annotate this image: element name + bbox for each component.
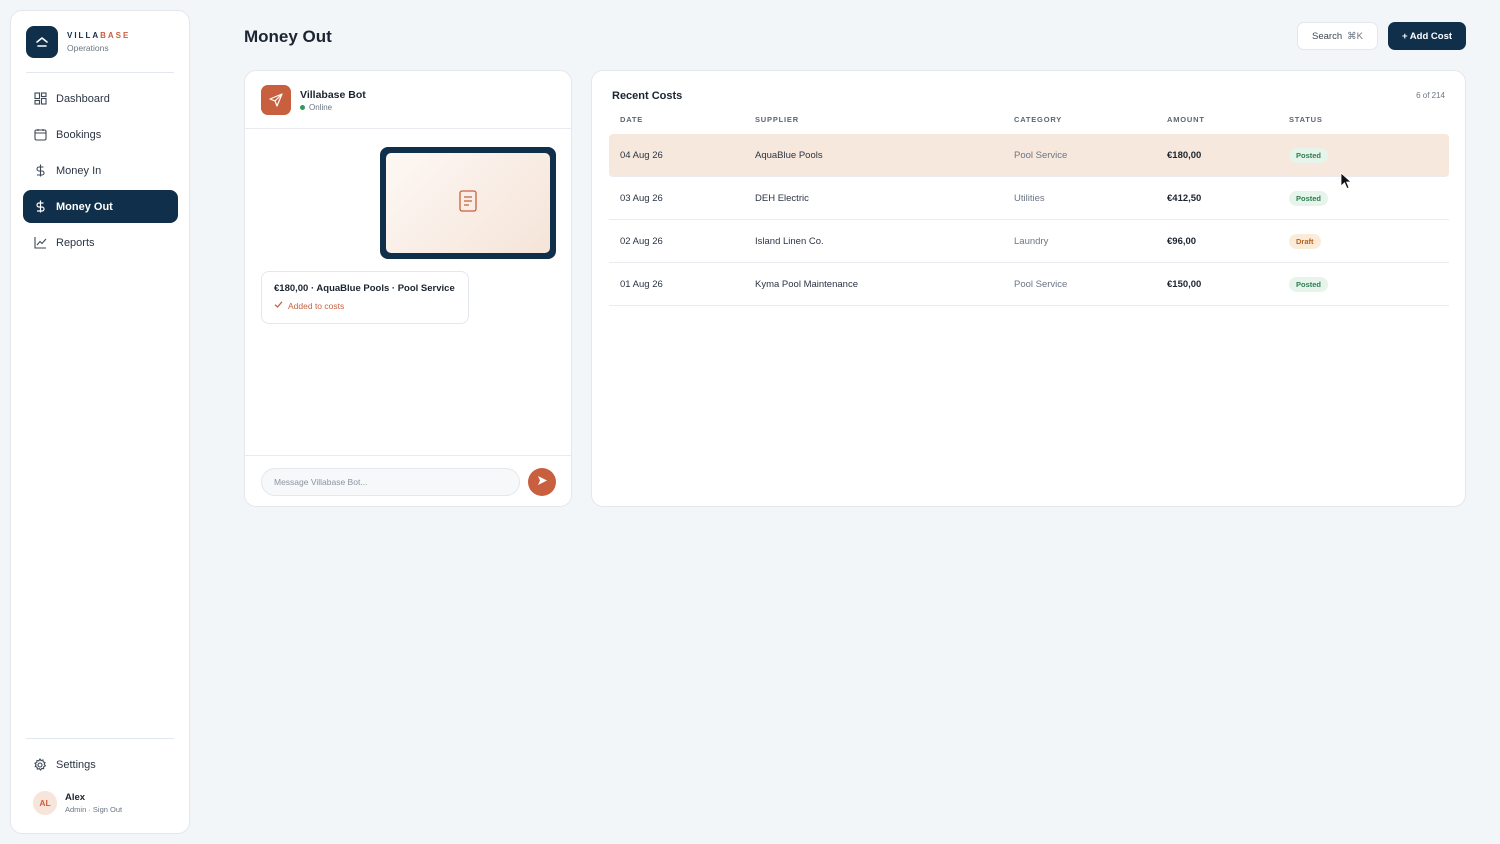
column-header-supplier[interactable]: SUPPLIER — [755, 115, 799, 124]
column-header-date[interactable]: DATE — [620, 115, 643, 124]
row-amount: €412,50 — [1167, 193, 1202, 204]
bot-name: Villabase Bot — [300, 89, 366, 101]
mouse-cursor-icon — [1340, 172, 1353, 195]
bot-message-status: Added to costs — [274, 300, 456, 311]
chart-icon — [33, 236, 47, 250]
calendar-icon — [33, 128, 47, 142]
paper-plane-icon — [261, 85, 291, 115]
brand-name: VILLABASE — [67, 31, 131, 40]
online-dot — [300, 105, 305, 110]
chat-header: Villabase Bot Online — [245, 71, 571, 129]
sidebar-item-label: Money In — [56, 164, 102, 177]
send-icon — [537, 473, 548, 491]
search-label: Search — [1312, 30, 1343, 42]
status-badge: Posted — [1289, 191, 1329, 206]
search-button[interactable]: Search ⌘K — [1297, 22, 1378, 50]
sidebar-item-label: Dashboard — [56, 92, 110, 105]
row-date: 04 Aug 26 — [620, 150, 663, 161]
user-name: Alex — [65, 792, 86, 803]
table-row[interactable]: 03 Aug 26 DEH Electric Utilities €412,50… — [609, 177, 1449, 220]
column-header-category[interactable]: CATEGORY — [1014, 115, 1062, 124]
row-category: Pool Service — [1014, 150, 1068, 161]
chat-composer — [245, 455, 571, 506]
column-header-amount[interactable]: AMOUNT — [1167, 115, 1205, 124]
row-category: Laundry — [1014, 236, 1049, 247]
sidebar-item-label: Reports — [56, 236, 95, 249]
avatar: AL — [33, 791, 57, 815]
sidebar: VILLABASE Operations Dashboard Bookings … — [10, 10, 190, 834]
status-badge: Posted — [1289, 148, 1329, 163]
divider — [26, 72, 174, 73]
row-amount: €180,00 — [1167, 150, 1202, 161]
dollar-icon — [33, 200, 47, 214]
sidebar-item-money-in[interactable]: Money In — [23, 154, 178, 187]
sidebar-item-reports[interactable]: Reports — [23, 226, 178, 259]
sidebar-item-settings[interactable]: Settings — [23, 748, 178, 781]
sidebar-item-money-out[interactable]: Money Out — [23, 190, 178, 223]
check-icon — [274, 300, 283, 311]
add-cost-button[interactable]: + Add Cost — [1388, 22, 1466, 50]
send-button[interactable] — [528, 468, 556, 496]
row-supplier: AquaBlue Pools — [755, 150, 823, 161]
user-profile[interactable]: AL Alex Admin · Sign Out — [33, 791, 122, 815]
sidebar-item-label: Money Out — [56, 200, 113, 213]
status-badge: Draft — [1289, 234, 1321, 249]
recent-costs-panel: Recent Costs 6 of 214 DATE SUPPLIER CATE… — [591, 70, 1466, 507]
sidebar-item-label: Settings — [56, 758, 96, 771]
sidebar-item-bookings[interactable]: Bookings — [23, 118, 178, 151]
row-category: Pool Service — [1014, 279, 1068, 290]
bot-message-text: €180,00 · AquaBlue Pools · Pool Service — [274, 283, 455, 294]
table-row[interactable]: 04 Aug 26 AquaBlue Pools Pool Service €1… — [609, 134, 1449, 177]
table-row[interactable]: 02 Aug 26 Island Linen Co. Laundry €96,0… — [609, 220, 1449, 263]
row-date: 03 Aug 26 — [620, 193, 663, 204]
row-date: 01 Aug 26 — [620, 279, 663, 290]
brand[interactable]: VILLABASE Operations — [26, 26, 130, 58]
gear-icon — [33, 757, 47, 772]
grid-icon — [33, 92, 47, 106]
row-amount: €150,00 — [1167, 279, 1202, 290]
record-count: 6 of 214 — [1416, 91, 1445, 100]
user-role-sign-out[interactable]: Admin · Sign Out — [65, 805, 122, 814]
receipt-image-message[interactable] — [380, 147, 556, 259]
divider — [26, 738, 174, 739]
search-shortcut: ⌘K — [1347, 30, 1363, 42]
panel-title: Recent Costs — [612, 90, 683, 102]
table-row[interactable]: 01 Aug 26 Kyma Pool Maintenance Pool Ser… — [609, 263, 1449, 306]
home-icon — [26, 26, 58, 58]
bot-status: Online — [300, 103, 332, 112]
chat-panel: Villabase Bot Online €180,00 · AquaBlue … — [244, 70, 572, 507]
row-supplier: Island Linen Co. — [755, 236, 824, 247]
row-amount: €96,00 — [1167, 236, 1197, 247]
row-supplier: Kyma Pool Maintenance — [755, 279, 858, 290]
row-category: Utilities — [1014, 193, 1045, 204]
bot-message: €180,00 · AquaBlue Pools · Pool Service … — [261, 271, 469, 324]
sidebar-item-label: Bookings — [56, 128, 102, 141]
dollar-icon — [33, 164, 47, 178]
page-title: Money Out — [244, 27, 332, 46]
row-supplier: DEH Electric — [755, 193, 809, 204]
status-badge: Posted — [1289, 277, 1329, 292]
message-input[interactable] — [261, 468, 520, 496]
row-date: 02 Aug 26 — [620, 236, 663, 247]
document-icon — [459, 189, 477, 217]
column-header-status[interactable]: STATUS — [1289, 115, 1323, 124]
brand-subtitle: Operations — [67, 43, 109, 53]
sidebar-item-dashboard[interactable]: Dashboard — [23, 82, 178, 115]
